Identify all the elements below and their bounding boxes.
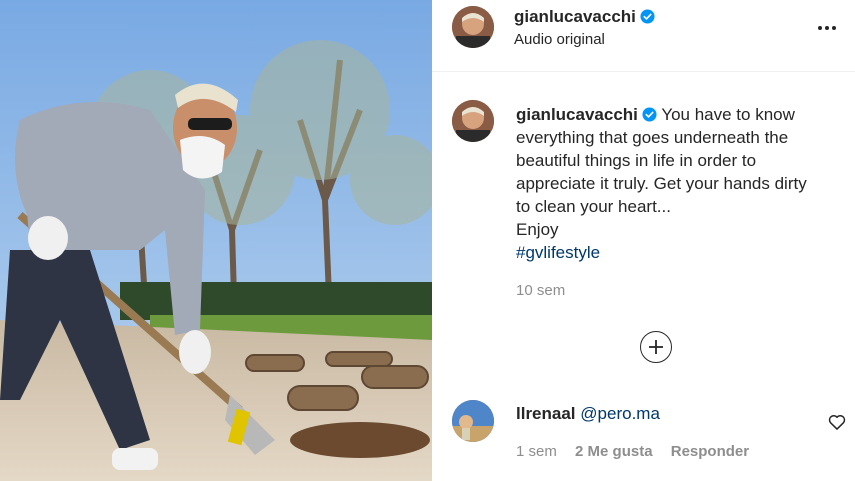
hashtag-link[interactable]: #gvlifestyle: [516, 241, 836, 264]
more-options-button[interactable]: [813, 14, 841, 42]
reply-button[interactable]: Responder: [671, 443, 749, 460]
comment-meta: 1 sem 2 Me gusta Responder: [516, 443, 763, 460]
post-header: gianlucavacchi Audio original: [432, 0, 855, 72]
audio-label[interactable]: Audio original: [514, 31, 605, 48]
caption-line: gianlucavacchi You have to know: [516, 103, 836, 126]
load-more-comments-button[interactable]: [640, 331, 672, 363]
more-options-dot: [832, 26, 836, 30]
heart-icon[interactable]: [827, 412, 847, 432]
verified-badge-icon: [642, 107, 657, 122]
caption-author-avatar[interactable]: [452, 100, 494, 142]
author-avatar[interactable]: [452, 6, 494, 48]
caption-author-username[interactable]: gianlucavacchi: [516, 105, 638, 124]
post-media[interactable]: [0, 0, 432, 481]
verified-badge-icon: [640, 9, 655, 24]
comment-timestamp[interactable]: 1 sem: [516, 443, 557, 460]
more-options-dot: [825, 26, 829, 30]
caption-text: beautiful things in life in order to: [516, 151, 757, 170]
author-username[interactable]: gianlucavacchi: [514, 7, 655, 27]
author-username-text[interactable]: gianlucavacchi: [514, 7, 636, 26]
caption-text: everything that goes underneath the: [516, 128, 789, 147]
commenter-username[interactable]: llrenaal: [516, 404, 576, 423]
caption-text: You have to know: [661, 105, 795, 124]
post-caption: gianlucavacchi You have to know everythi…: [516, 103, 836, 264]
comment-likes-count[interactable]: 2 Me gusta: [575, 443, 653, 460]
commenter-avatar[interactable]: [452, 400, 494, 442]
comment-body: llrenaal @pero.ma: [516, 404, 660, 424]
plus-circle-icon: [649, 340, 663, 354]
caption-text: Enjoy: [516, 220, 559, 239]
caption-text: appreciate it truly. Get your hands dirt…: [516, 174, 807, 193]
caption-text: to clean your heart...: [516, 197, 671, 216]
post-sidebar: gianlucavacchi Audio original gianlucava…: [432, 0, 855, 481]
commenter-avatar-image: [452, 400, 494, 442]
more-options-icon: [818, 26, 822, 30]
caption-author-avatar-image: [452, 100, 494, 142]
author-avatar-image: [452, 6, 494, 48]
video-frame-image: [0, 0, 432, 481]
post-timestamp[interactable]: 10 sem: [516, 282, 565, 299]
comment-mention[interactable]: @pero.ma: [580, 404, 660, 423]
